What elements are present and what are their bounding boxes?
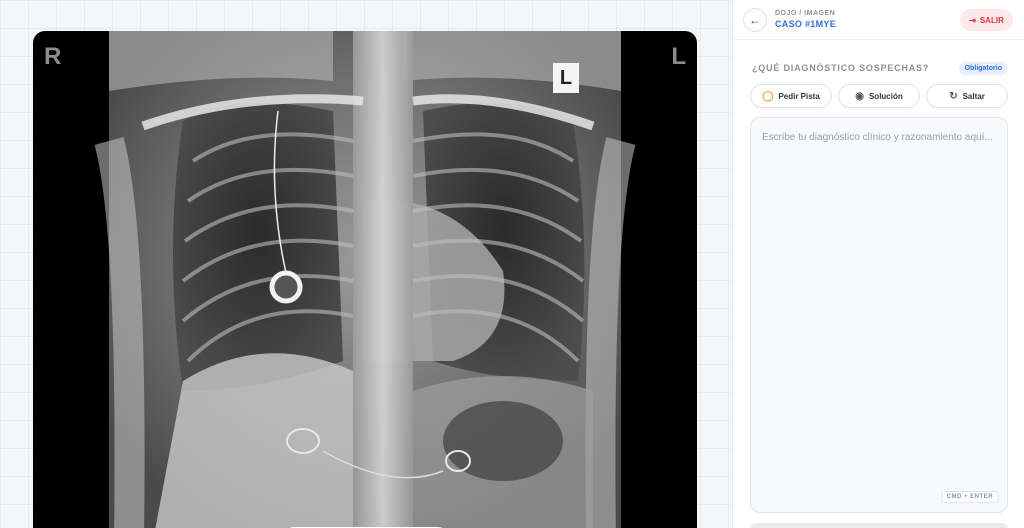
skip-label: Saltar [962, 91, 985, 101]
hint-button[interactable]: ◯ Pedir Pista [750, 84, 832, 108]
xray-viewer[interactable]: R L L [33, 31, 697, 528]
solution-button[interactable]: ◉ Solución [838, 84, 920, 108]
eye-icon: ◉ [855, 90, 864, 102]
back-button[interactable]: ← [743, 8, 767, 32]
hint-label: Pedir Pista [778, 91, 820, 101]
case-id: CASO #1MYE [775, 19, 837, 29]
refresh-icon: ↻ [949, 90, 958, 102]
action-buttons: ◯ Pedir Pista ◉ Solución ↻ Saltar [750, 84, 1008, 108]
submit-shortcut-hint: CMD + ENTER [940, 491, 999, 503]
submit-bar[interactable] [750, 523, 1008, 528]
skip-button[interactable]: ↻ Saltar [926, 84, 1008, 108]
panel-header: ← DOJO / IMAGEN CASO #1MYE ⇥ SALIR [733, 0, 1024, 40]
film-lead-marker: L [553, 63, 579, 93]
required-badge: Obligatorio [958, 61, 1008, 75]
breadcrumb: DOJO / IMAGEN [775, 10, 836, 17]
right-side-marker: R [44, 43, 62, 70]
chest-xray-image [94, 31, 636, 528]
diagnosis-input-wrapper: CMD + ENTER [750, 117, 1008, 513]
film-lead-marker-letter: L [559, 66, 573, 89]
arrow-left-icon: ← [749, 13, 761, 27]
left-side-marker: L [671, 43, 686, 70]
solution-label: Solución [868, 91, 903, 101]
diagnosis-input[interactable] [751, 118, 1007, 512]
question-label: ¿QUÉ DIAGNÓSTICO SOSPECHAS? [752, 63, 930, 73]
exit-button[interactable]: ⇥ SALIR [960, 9, 1013, 31]
lightbulb-icon: ◯ [762, 90, 774, 102]
logout-icon: ⇥ [969, 15, 976, 25]
diagnosis-panel: ← DOJO / IMAGEN CASO #1MYE ⇥ SALIR ¿QUÉ … [732, 0, 1024, 528]
question-row: ¿QUÉ DIAGNÓSTICO SOSPECHAS? Obligatorio [752, 60, 1008, 76]
exit-label: SALIR [979, 15, 1004, 25]
